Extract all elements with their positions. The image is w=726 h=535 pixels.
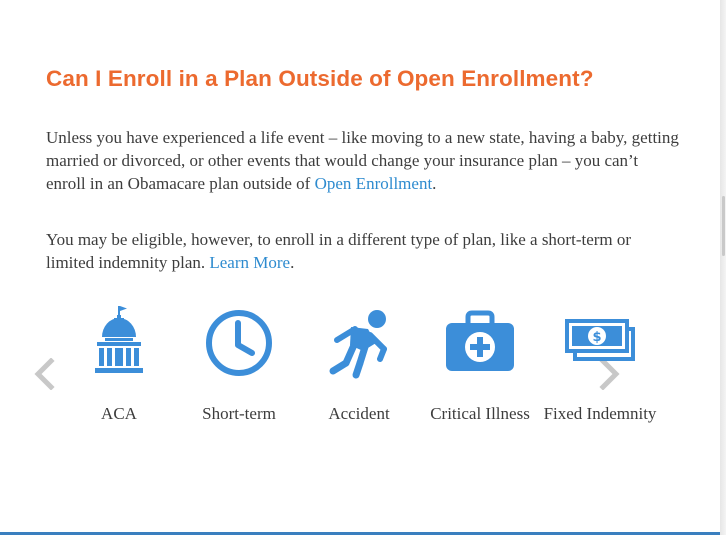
plan-label: Fixed Indemnity <box>543 404 657 423</box>
section-title: Can I Enroll in a Plan Outside of Open E… <box>46 66 594 91</box>
plan-item-accident[interactable]: Accident <box>299 305 419 426</box>
plan-item-critical-illness[interactable]: Critical Illness <box>420 305 540 426</box>
falling-person-icon <box>329 310 387 379</box>
paragraph-end: . <box>290 253 295 272</box>
cash-icon: $ <box>565 319 635 361</box>
plan-label: Critical Illness <box>430 404 530 423</box>
svg-text:$: $ <box>592 330 601 345</box>
paragraph-other-plans: You may be eligible, however, to enroll … <box>46 228 682 274</box>
scrollbar-track[interactable] <box>720 0 726 535</box>
chevron-left-icon[interactable] <box>33 358 57 390</box>
open-enrollment-link[interactable]: Open Enrollment <box>315 174 433 193</box>
plan-item-short-term[interactable]: Short-term <box>179 305 299 426</box>
paragraph-open-enrollment: Unless you have experienced a life event… <box>46 126 682 195</box>
plan-item-aca[interactable]: ACA <box>59 305 179 426</box>
scrollbar-thumb[interactable] <box>722 196 725 256</box>
medical-kit-icon <box>446 310 514 371</box>
plan-item-fixed-indemnity[interactable]: $ Fixed Indemnity <box>540 305 660 426</box>
paragraph-text: You may be eligible, however, to enroll … <box>46 230 632 272</box>
learn-more-link[interactable]: Learn More <box>209 253 290 272</box>
plan-label: ACA <box>101 404 137 423</box>
clock-icon <box>206 310 272 376</box>
paragraph-end: . <box>432 174 437 193</box>
plan-label: Short-term <box>202 404 276 423</box>
plan-label: Accident <box>328 404 390 423</box>
capitol-building-icon <box>95 306 143 373</box>
